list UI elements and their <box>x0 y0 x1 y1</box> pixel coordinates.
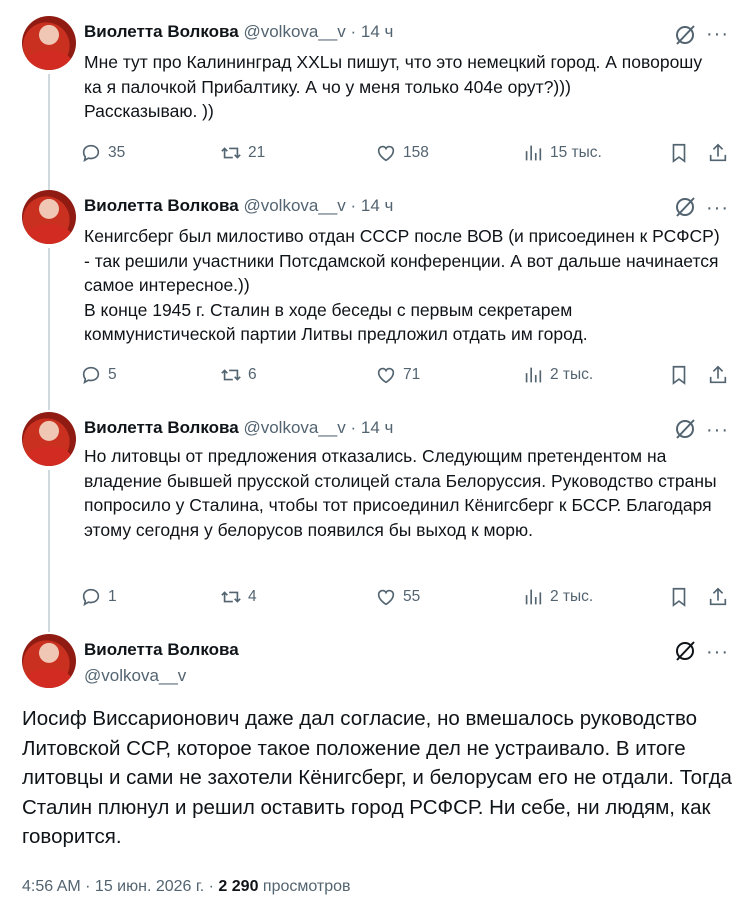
repost-icon <box>221 591 241 603</box>
tweet-header: Виолетта Волкова @volkova__v · 14 ч <box>84 418 394 437</box>
views-button[interactable]: 15 тыс. <box>522 140 602 166</box>
like-button[interactable]: 71 <box>375 362 420 388</box>
reply-icon <box>82 144 100 162</box>
main-tweet: Виолетта Волкова @volkova__v ··· Иосиф В… <box>0 632 749 918</box>
tweet-time[interactable]: 14 ч <box>361 196 394 215</box>
views-icon <box>525 145 542 161</box>
grok-icon[interactable] <box>672 22 698 48</box>
share-button[interactable] <box>707 584 735 610</box>
views-icon <box>525 367 542 383</box>
tweet-actions: 1 4 55 2 тыс. <box>80 584 740 610</box>
views-icon <box>525 589 542 605</box>
share-icon <box>709 143 727 162</box>
thread-line <box>48 248 50 410</box>
tweet-time[interactable]: 4:56 AM <box>22 878 81 895</box>
author-name[interactable]: Виолетта Волкова <box>84 640 239 660</box>
heart-icon <box>377 589 395 606</box>
repost-icon <box>221 147 241 159</box>
bookmark-button[interactable] <box>668 140 696 166</box>
like-button[interactable]: 158 <box>375 140 429 166</box>
grok-icon[interactable] <box>672 194 698 220</box>
bookmark-icon <box>672 587 686 607</box>
tweet-text: Кенигсберг был милостиво отдан СССР посл… <box>84 226 720 344</box>
more-options-button[interactable]: ··· <box>706 642 729 662</box>
heart-icon <box>377 367 395 384</box>
tweet-text: Мне тут про Калининград XXLы пишут, что … <box>84 52 703 121</box>
tweet-header: Виолетта Волкова @volkova__v · 14 ч <box>84 22 394 41</box>
tweet-text: Иосиф Виссарионович даже дал согласие, н… <box>22 707 732 848</box>
reply-count: 5 <box>108 366 117 383</box>
avatar[interactable] <box>22 190 76 244</box>
author-name[interactable]: Виолетта Волкова <box>84 22 239 41</box>
view-count: 2 тыс. <box>550 588 594 605</box>
grok-icon[interactable] <box>672 416 698 442</box>
like-button[interactable]: 55 <box>375 584 420 610</box>
reply-button[interactable]: 1 <box>80 584 117 610</box>
view-count: 2 тыс. <box>550 366 594 383</box>
tweet-time[interactable]: 14 ч <box>361 418 394 437</box>
reply-icon <box>82 588 100 606</box>
author-name[interactable]: Виолетта Волкова <box>84 196 239 215</box>
thread-tweet-2[interactable]: Виолетта Волкова @volkova__v · 14 ч ··· … <box>0 190 749 410</box>
bookmark-button[interactable] <box>668 584 696 610</box>
author-handle[interactable]: @volkova__v <box>243 22 345 41</box>
tweet-text: Но литовцы от предложения отказались. Сл… <box>84 446 717 540</box>
bookmark-icon <box>672 143 686 163</box>
heart-icon <box>377 145 395 162</box>
tweet-date[interactable]: 15 июн. 2026 г. <box>95 878 204 895</box>
avatar[interactable] <box>22 16 76 70</box>
view-count: 15 тыс. <box>550 144 602 161</box>
share-button[interactable] <box>707 362 735 388</box>
more-options-button[interactable]: ··· <box>706 24 729 44</box>
more-options-button[interactable]: ··· <box>706 420 729 440</box>
views-label: просмотров <box>262 878 351 895</box>
tweet-header: Виолетта Волкова @volkova__v · 14 ч <box>84 196 394 215</box>
avatar[interactable] <box>22 412 76 466</box>
tweet-actions: 35 21 158 15 тыс. <box>80 140 740 166</box>
reply-button[interactable]: 5 <box>80 362 117 388</box>
tweet-actions: 5 6 71 2 тыс. <box>80 362 740 388</box>
repost-count: 6 <box>248 366 257 383</box>
author-handle[interactable]: @volkova__v <box>243 418 345 437</box>
thread-line <box>48 470 50 632</box>
more-options-button[interactable]: ··· <box>706 198 729 218</box>
like-count: 55 <box>403 588 421 605</box>
avatar[interactable] <box>22 634 76 688</box>
reply-button[interactable]: 35 <box>80 140 125 166</box>
share-icon <box>709 587 727 606</box>
repost-button[interactable]: 4 <box>220 584 257 610</box>
views-button[interactable]: 2 тыс. <box>522 584 593 610</box>
thread-line <box>48 74 50 190</box>
repost-button[interactable]: 21 <box>220 140 265 166</box>
bookmark-button[interactable] <box>668 362 696 388</box>
author-handle[interactable]: @volkova__v <box>84 666 186 686</box>
like-count: 71 <box>403 366 421 383</box>
author-handle[interactable]: @volkova__v <box>243 196 345 215</box>
like-count: 158 <box>403 144 429 161</box>
thread-tweet-1[interactable]: Виолетта Волкова @volkova__v · 14 ч ··· … <box>0 0 749 190</box>
author-name[interactable]: Виолетта Волкова <box>84 418 239 437</box>
grok-icon[interactable] <box>672 638 698 664</box>
repost-icon <box>221 369 241 381</box>
views-button[interactable]: 2 тыс. <box>522 362 593 388</box>
bookmark-icon <box>672 365 686 385</box>
repost-count: 21 <box>248 144 266 161</box>
share-button[interactable] <box>707 140 735 166</box>
reply-count: 1 <box>108 588 117 605</box>
reply-icon <box>82 366 100 384</box>
tweet-meta: 4:56 AM · 15 июн. 2026 г. · 2 290 просмо… <box>22 878 351 895</box>
thread-tweet-3[interactable]: Виолетта Волкова @volkova__v · 14 ч ··· … <box>0 410 749 632</box>
views-count: 2 290 <box>218 878 259 895</box>
reply-count: 35 <box>108 144 126 161</box>
share-icon <box>709 365 727 384</box>
repost-button[interactable]: 6 <box>220 362 257 388</box>
repost-count: 4 <box>248 588 257 605</box>
tweet-time[interactable]: 14 ч <box>361 22 394 41</box>
